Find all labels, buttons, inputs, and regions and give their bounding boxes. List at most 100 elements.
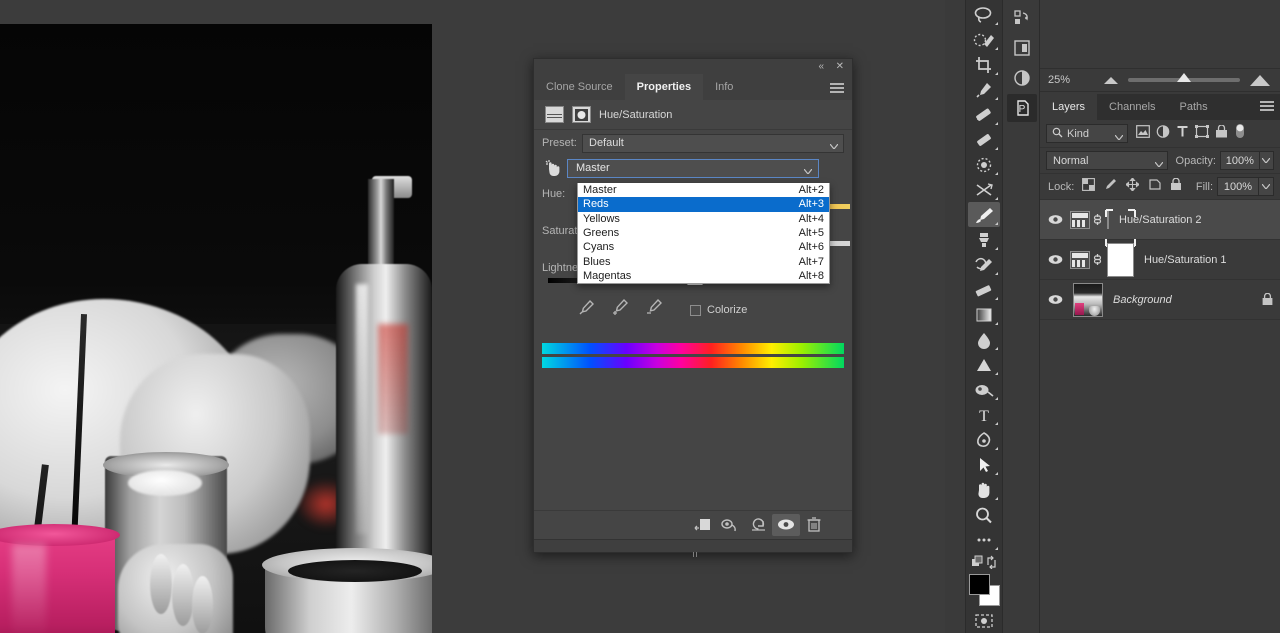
close-icon[interactable]: ✕ <box>836 61 844 72</box>
quick-mask-icon[interactable] <box>968 608 1000 633</box>
adjustment-thumbnail[interactable] <box>1070 251 1090 269</box>
dropdown-item-magentas[interactable]: Magentas Alt+8 <box>578 269 829 283</box>
blend-opacity-row[interactable]: Normal Opacity: 100% <box>1040 147 1280 173</box>
dropdown-item-reds[interactable]: Reds Alt+3 <box>578 197 829 211</box>
dropdown-item-cyans[interactable]: Cyans Alt+6 <box>578 240 829 254</box>
layer-name[interactable]: Background <box>1113 294 1254 306</box>
properties-scrollbar[interactable] <box>534 539 852 552</box>
burn-tool[interactable] <box>968 377 1000 402</box>
zoom-out-icon[interactable] <box>1104 77 1118 84</box>
smart-object-filter-icon[interactable] <box>1215 125 1228 143</box>
kind-filter-select[interactable]: Kind <box>1046 124 1128 143</box>
eyedropper-add-icon[interactable] <box>612 299 629 321</box>
path-selection-tool[interactable] <box>968 452 1000 477</box>
spot-healing-brush-tool[interactable] <box>968 102 1000 127</box>
tab-clone-source[interactable]: Clone Source <box>534 74 625 100</box>
view-previous-state-button[interactable] <box>716 514 744 536</box>
layer-name[interactable]: Hue/Saturation 2 <box>1119 214 1280 226</box>
tools-panel[interactable]: T <box>965 0 1003 633</box>
layers-tab-bar[interactable]: Layers Channels Paths <box>1040 94 1280 120</box>
properties-panel-icon[interactable]: P <box>1007 94 1037 122</box>
gradient-tool[interactable] <box>968 302 1000 327</box>
adjustments-panel-icon[interactable] <box>1007 64 1037 92</box>
link-mask-icon[interactable] <box>1090 252 1104 267</box>
frame-tool[interactable] <box>968 152 1000 177</box>
eyedropper-sample-icon[interactable] <box>578 299 595 321</box>
brush-tool[interactable] <box>968 202 1000 227</box>
delete-button[interactable] <box>800 514 828 536</box>
targeted-adjustment-icon[interactable] <box>542 158 564 178</box>
properties-titlebar[interactable]: « ✕ <box>534 59 852 74</box>
properties-tab-bar[interactable]: Clone Source Properties Info <box>534 74 852 100</box>
tab-properties[interactable]: Properties <box>625 74 703 100</box>
zoom-slider[interactable] <box>1128 78 1240 82</box>
clone-stamp-tool[interactable] <box>968 227 1000 252</box>
layer-name[interactable]: Hue/Saturation 1 <box>1144 254 1280 266</box>
zoom-slider-knob[interactable] <box>1177 73 1191 82</box>
eyedropper-subtract-icon[interactable] <box>646 299 663 321</box>
preset-row[interactable]: Preset: Default <box>534 130 852 156</box>
properties-footer[interactable] <box>534 510 852 538</box>
tab-channels[interactable]: Channels <box>1097 94 1167 120</box>
history-brush-tool[interactable] <box>968 252 1000 277</box>
chevron-down-icon[interactable] <box>1155 158 1163 170</box>
reset-button[interactable] <box>744 514 772 536</box>
document-window[interactable] <box>0 24 432 633</box>
layer-list[interactable]: Hue/Saturation 2 Hue/Saturation 1 <box>1040 199 1280 320</box>
lock-transparent-icon[interactable] <box>1082 178 1095 196</box>
collapse-icon[interactable]: « <box>818 61 824 72</box>
type-tool[interactable]: T <box>968 402 1000 427</box>
properties-panel-menu-icon[interactable] <box>830 83 844 95</box>
fill-value[interactable]: 100% <box>1217 177 1259 196</box>
eraser-tool[interactable] <box>968 277 1000 302</box>
channel-row[interactable]: Master <box>534 156 852 180</box>
colorize-checkbox[interactable]: Colorize <box>690 304 747 316</box>
zoom-tool[interactable] <box>968 502 1000 527</box>
tab-paths[interactable]: Paths <box>1168 94 1220 120</box>
layer-mask-thumbnail[interactable] <box>1107 243 1134 277</box>
channel-dropdown-list[interactable]: Master Alt+2 Reds Alt+3 Yellows Alt+4 Gr… <box>577 183 830 284</box>
adjustment-filter-icon[interactable] <box>1156 125 1170 143</box>
shuffle-tool[interactable] <box>968 177 1000 202</box>
opacity-value[interactable]: 100% <box>1220 151 1260 170</box>
zoom-in-icon[interactable] <box>1250 75 1270 86</box>
edit-toolbar-tool[interactable] <box>968 527 1000 552</box>
adjustment-thumbnail[interactable] <box>1070 211 1090 229</box>
quick-selection-tool[interactable] <box>968 27 1000 52</box>
lock-fill-row[interactable]: Lock: <box>1040 173 1280 199</box>
shape-filter-icon[interactable] <box>1195 125 1209 143</box>
layer-filter-row[interactable]: Kind <box>1040 120 1280 147</box>
chevron-down-icon[interactable] <box>1115 131 1123 143</box>
opacity-stepper[interactable] <box>1260 151 1274 170</box>
properties-panel[interactable]: « ✕ Clone Source Properties Info Hue/Sat… <box>533 58 853 553</box>
dropdown-item-blues[interactable]: Blues Alt+7 <box>578 254 829 268</box>
table-row[interactable]: Hue/Saturation 1 <box>1040 240 1280 280</box>
dropdown-item-master[interactable]: Master Alt+2 <box>578 183 829 197</box>
layer-mask-thumbnail[interactable] <box>1107 211 1109 229</box>
layer-visibility-icon[interactable] <box>1040 254 1070 265</box>
tab-layers[interactable]: Layers <box>1040 94 1097 120</box>
dropdown-item-yellows[interactable]: Yellows Alt+4 <box>578 212 829 226</box>
table-row[interactable]: Hue/Saturation 2 <box>1040 200 1280 240</box>
toggle-visibility-button[interactable] <box>772 514 800 536</box>
blur-tool[interactable] <box>968 327 1000 352</box>
blend-mode-select[interactable]: Normal <box>1046 151 1168 170</box>
fill-stepper[interactable] <box>1259 177 1274 196</box>
eyedropper-tool[interactable] <box>968 77 1000 102</box>
clip-to-layer-button[interactable] <box>688 514 716 536</box>
chevron-down-icon[interactable] <box>804 165 812 177</box>
layer-thumbnail[interactable] <box>1073 283 1103 317</box>
preset-select[interactable]: Default <box>582 134 844 153</box>
lock-image-icon[interactable] <box>1104 178 1117 196</box>
dropdown-item-greens[interactable]: Greens Alt+5 <box>578 226 829 240</box>
hand-tool[interactable] <box>968 477 1000 502</box>
link-mask-icon[interactable] <box>1090 212 1104 227</box>
lock-position-icon[interactable] <box>1126 178 1139 196</box>
layer-comps-panel-icon[interactable] <box>1007 34 1037 62</box>
color-swatches[interactable] <box>968 574 1000 608</box>
history-panel-icon[interactable] <box>1007 4 1037 32</box>
foreground-color-swatch[interactable] <box>969 574 990 595</box>
filter-toggle-icon[interactable] <box>1234 123 1246 144</box>
patch-tool[interactable] <box>968 127 1000 152</box>
layer-visibility-icon[interactable] <box>1040 214 1070 225</box>
